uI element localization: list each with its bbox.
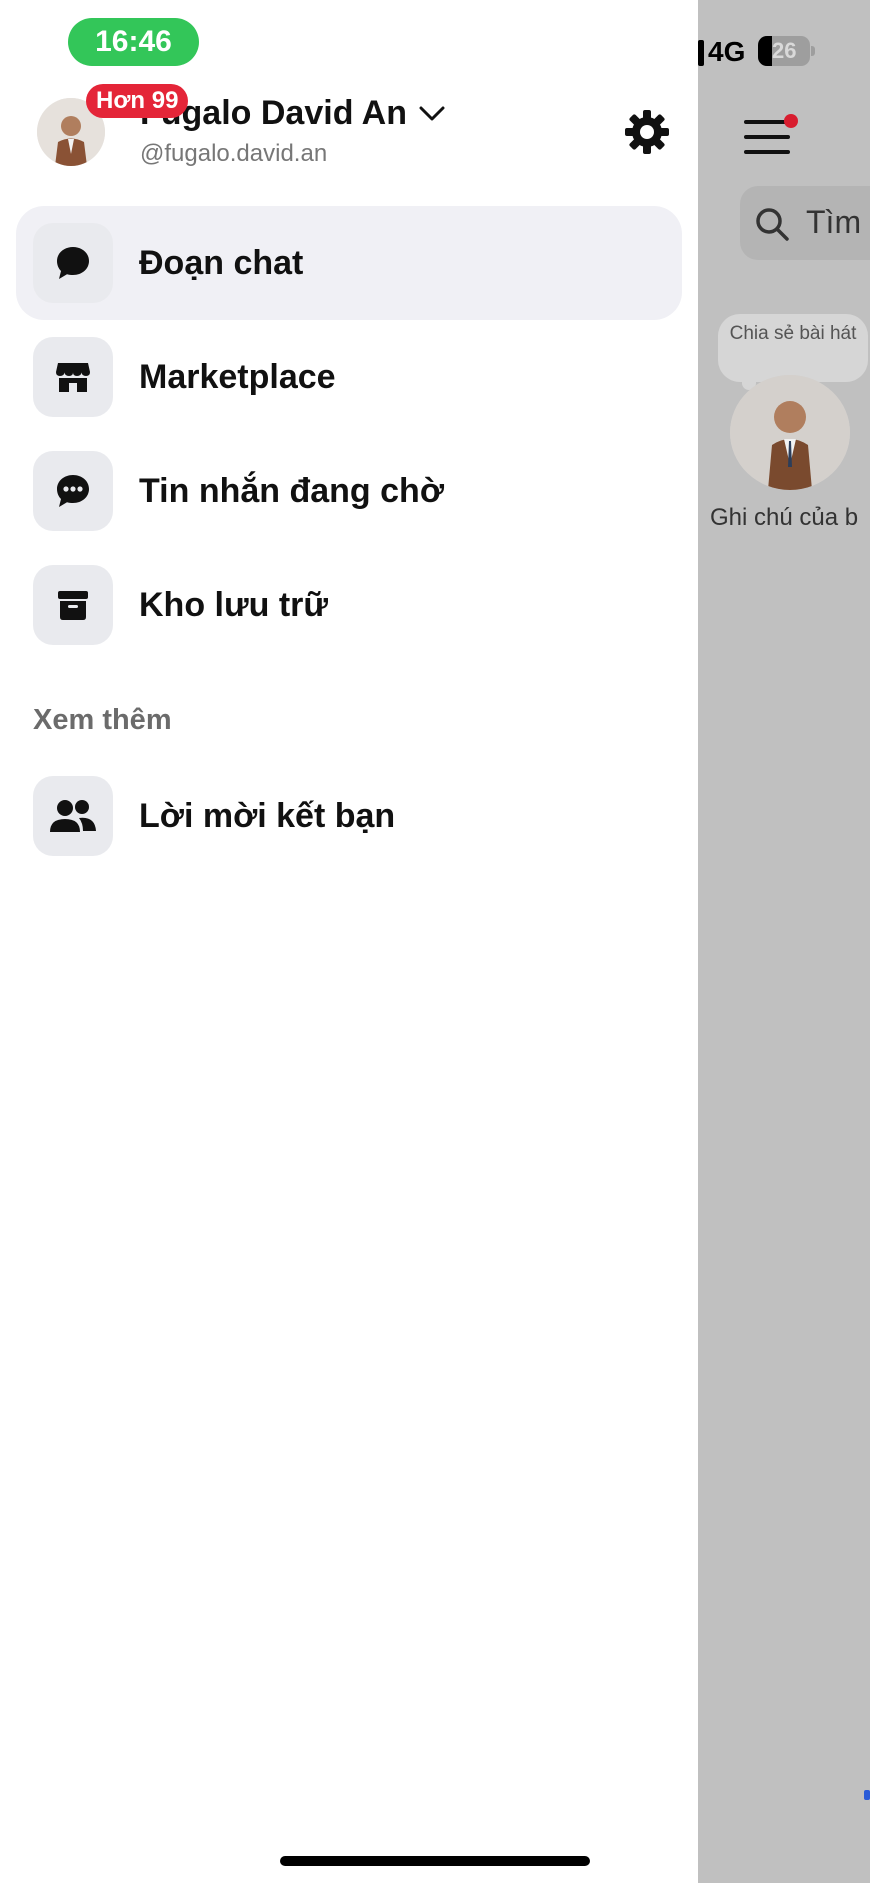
profile-handle: @fugalo.david.an: [140, 140, 328, 167]
chevron-down-icon: [419, 106, 445, 120]
menu-item-message-requests[interactable]: Tin nhắn đang chờ: [16, 434, 682, 548]
person-photo: [730, 375, 850, 490]
notification-badge: Hơn 99: [86, 84, 189, 118]
status-bar-right: 4G 26: [698, 30, 870, 70]
partial-icon: [864, 1790, 870, 1800]
home-indicator[interactable]: [280, 1856, 590, 1866]
notification-dot: [784, 114, 798, 128]
menu-item-label: Marketplace: [139, 357, 336, 396]
store-icon: [33, 337, 113, 417]
menu-item-chats[interactable]: Đoạn chat: [16, 206, 682, 320]
menu-item-label: Kho lưu trữ: [139, 585, 328, 624]
battery-level: 26: [772, 38, 797, 63]
menu-item-label: Đoạn chat: [139, 243, 304, 282]
side-drawer: 16:46 Hơn 99 Fugalo David An @fugalo.dav…: [0, 0, 698, 1883]
menu-item-friend-requests[interactable]: Lời mời kết bạn: [16, 759, 682, 873]
section-title-see-more: Xem thêm: [33, 704, 172, 736]
note-caption: Ghi chú của b: [710, 504, 859, 531]
menu-hamburger-icon[interactable]: [744, 114, 798, 156]
messenger-screen: 4G 26 Tìm Chia sẻ bài hát Ghi chú của b …: [0, 0, 870, 1883]
search-icon: [756, 208, 789, 241]
note-bubble[interactable]: Chia sẻ bài hát: [718, 314, 868, 382]
network-type: 4G: [708, 36, 746, 67]
background-app-overlay[interactable]: 4G 26 Tìm Chia sẻ bài hát Ghi chú của b: [698, 0, 870, 1883]
more-menu: Lời mời kết bạn: [16, 759, 682, 873]
menu-item-label: Tin nhắn đang chờ: [139, 471, 444, 510]
search-placeholder: Tìm: [806, 204, 862, 240]
message-dots-icon: [33, 451, 113, 531]
chat-bubble-icon: [33, 223, 113, 303]
people-icon: [33, 776, 113, 856]
note-avatar[interactable]: [730, 375, 850, 490]
menu-item-marketplace[interactable]: Marketplace: [16, 320, 682, 434]
search-bar[interactable]: Tìm: [740, 186, 870, 260]
main-menu: Đoạn chat Marketplace Tin nhắn đang chờ …: [16, 206, 682, 662]
menu-item-archive[interactable]: Kho lưu trữ: [16, 548, 682, 662]
menu-item-label: Lời mời kết bạn: [139, 796, 396, 835]
archive-box-icon: [33, 565, 113, 645]
cellular-signal-icon: [698, 40, 704, 66]
status-time: 16:46: [68, 18, 199, 66]
battery-tip: [811, 46, 815, 56]
gear-icon[interactable]: [622, 107, 672, 157]
battery-icon: 26: [758, 36, 810, 66]
